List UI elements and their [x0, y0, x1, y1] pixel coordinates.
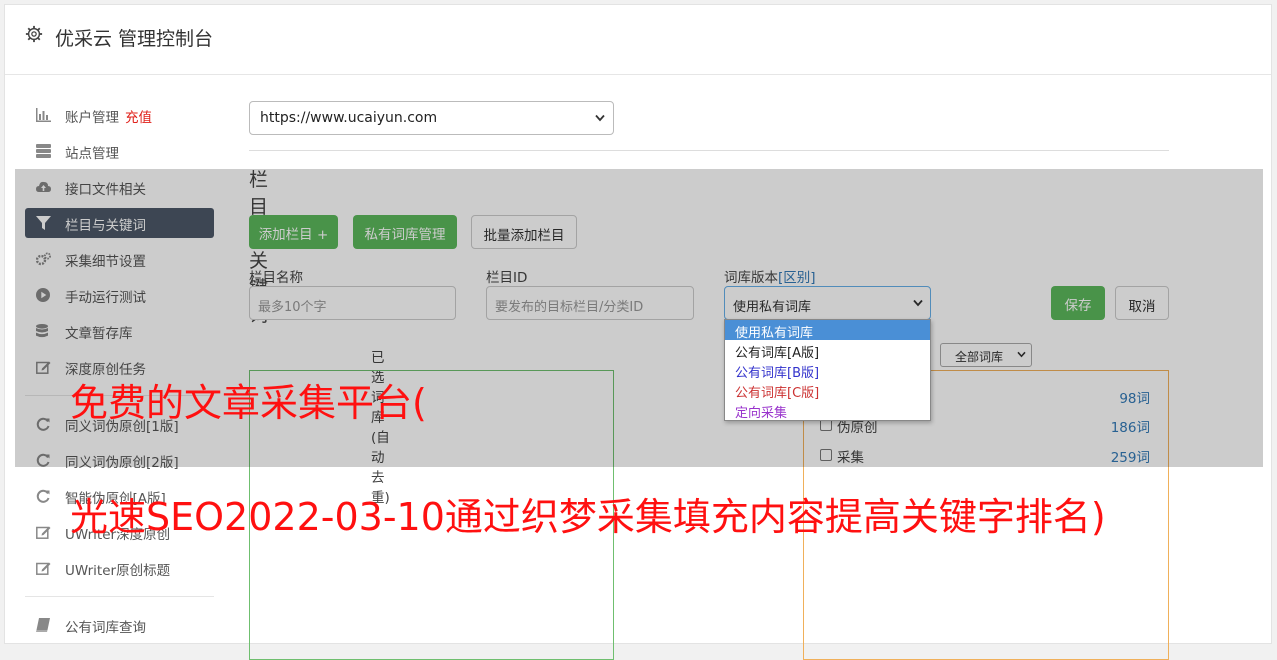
version-option[interactable]: 使用私有词库 [725, 320, 930, 341]
chevron-down-icon [595, 114, 605, 122]
refresh-icon [36, 489, 50, 503]
divider [249, 150, 1169, 151]
sidebar-item-account[interactable]: 账户管理 充值 [25, 100, 214, 130]
server-icon [36, 144, 51, 158]
watermark-line-2: 光速SEO2022-03-10通过织梦采集填充内容提高关键字排名) [70, 495, 1106, 539]
bar-chart-icon [36, 108, 51, 122]
sidebar-item-uwriter-title[interactable]: UWriter原创标题 [25, 553, 214, 583]
sidebar-item-label: 账户管理 [65, 110, 119, 126]
edit-icon [36, 562, 51, 575]
sidebar-item-label: 站点管理 [65, 146, 119, 162]
version-option[interactable]: 公有词库[A版] [725, 340, 930, 361]
version-option[interactable]: 定向采集 [725, 400, 930, 421]
gear-icon [25, 25, 43, 43]
sidebar-item-label: 公有词库查询 [65, 620, 146, 636]
sidebar-item-label: UWriter原创标题 [65, 563, 171, 579]
book-icon [36, 618, 50, 632]
watermark-line-1: 免费的文章采集平台( [70, 381, 427, 425]
version-option[interactable]: 公有词库[B版] [725, 360, 930, 381]
sidebar-divider [25, 596, 214, 597]
recharge-link[interactable]: 充值 [125, 110, 152, 126]
version-option[interactable]: 公有词库[C版] [725, 380, 930, 401]
lib-version-dropdown[interactable]: 使用私有词库 公有词库[A版] 公有词库[B版] 公有词库[C版] 定向采集 [724, 319, 931, 421]
top-header: 优采云 管理控制台 [5, 5, 1271, 75]
page-title: 优采云 管理控制台 [55, 28, 214, 50]
site-select[interactable]: https://www.ucaiyun.com [249, 101, 614, 135]
site-select-value: https://www.ucaiyun.com [260, 110, 438, 126]
sidebar-item-sites[interactable]: 站点管理 [25, 136, 214, 166]
edit-icon [36, 526, 51, 539]
